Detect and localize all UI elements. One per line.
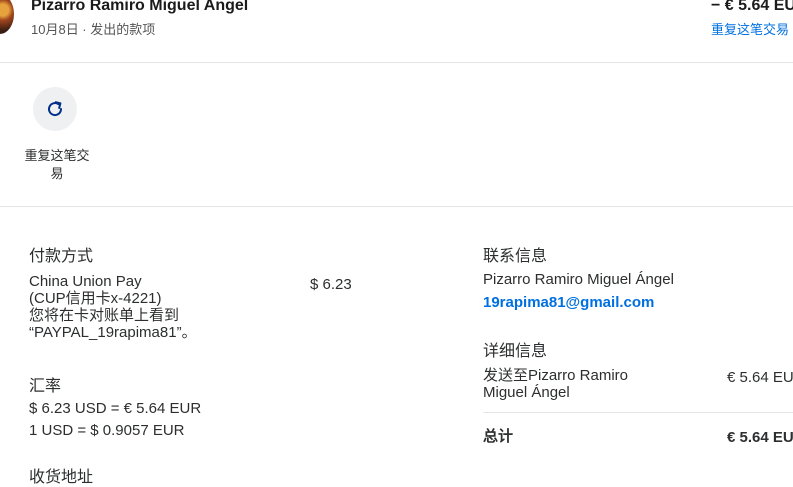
statement-note: 您将在卡对账单上看到 [29, 307, 180, 324]
exchange-rate-conversion: $ 6.23 USD = € 5.64 EUR [29, 400, 202, 417]
repeat-transaction-label[interactable]: 重复这笔交易 [22, 147, 92, 183]
sent-amount: € 5.64 EUR [727, 369, 793, 386]
transaction-amount: − € 5.64 EUR [711, 0, 793, 14]
shipping-address-title: 收货地址 [29, 469, 94, 486]
payment-method-name: China Union Pay [29, 273, 142, 290]
avatar [0, 0, 14, 34]
payment-method-details: China Union Pay (CUP信用卡x-4221) 您将在卡对账单上看… [29, 273, 289, 341]
total-label: 总计 [483, 428, 514, 445]
repeat-transaction-button[interactable] [33, 87, 77, 131]
contact-email-link[interactable]: 19rapima81@gmail.com [483, 294, 654, 311]
contact-name: Pizarro Ramiro Miguel Ángel [483, 271, 674, 288]
contact-info-title: 联系信息 [483, 248, 548, 265]
divider [483, 412, 793, 413]
divider [0, 62, 793, 63]
transaction-subtitle: 10月8日 · 发出的款项 [31, 22, 156, 37]
statement-descriptor: “PAYPAL_19rapima81”。 [29, 324, 197, 341]
sent-to-label: 发送至Pizarro Ramiro Miguel Ángel [483, 367, 683, 401]
exchange-rate-unit: 1 USD = $ 0.9057 EUR [29, 422, 185, 439]
exchange-rate-title: 汇率 [29, 378, 62, 395]
repeat-transaction-link[interactable]: 重复这笔交易 [711, 19, 789, 38]
refresh-icon [45, 99, 65, 119]
payment-method-title: 付款方式 [29, 248, 94, 265]
total-amount: € 5.64 EUR [727, 429, 793, 446]
sent-to-line1: 发送至Pizarro Ramiro [483, 367, 629, 384]
sent-to-line2: Miguel Ángel [483, 384, 570, 401]
divider [0, 206, 793, 207]
recipient-name: Pizarro Ramiro Miguel Angel [31, 0, 249, 14]
payment-amount: $ 6.23 [310, 276, 352, 293]
payment-card-info: (CUP信用卡x-4221) [29, 290, 162, 307]
details-title: 详细信息 [483, 343, 548, 360]
